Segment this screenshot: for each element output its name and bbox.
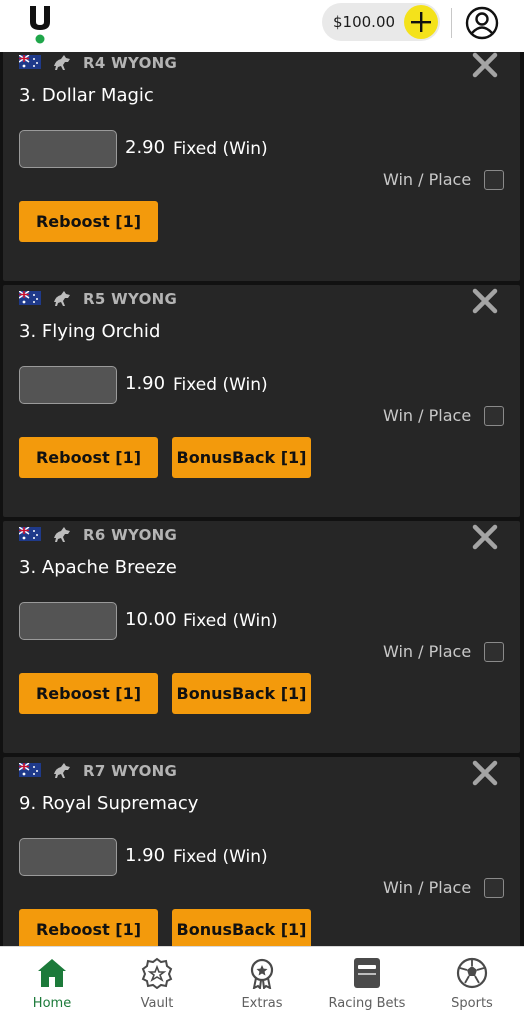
account-icon[interactable] bbox=[465, 6, 499, 40]
win-place-label: Win / Place bbox=[383, 878, 472, 897]
nav-racing-bets[interactable]: Racing Bets bbox=[315, 957, 419, 1011]
close-icon[interactable] bbox=[471, 759, 499, 787]
soccer-ball-icon bbox=[456, 957, 488, 989]
horse-racing-icon bbox=[54, 291, 70, 306]
horse-racing-icon bbox=[54, 527, 70, 542]
bonusback-button[interactable]: BonusBack [1] bbox=[172, 909, 311, 946]
bet-type-label: Fixed (Win) bbox=[183, 611, 278, 631]
race-label: R4 WYONG bbox=[83, 54, 178, 72]
bet-card: R6 WYONG 3. Apache Breeze 10.00 Fixed (W… bbox=[3, 521, 520, 753]
bet-card: R7 WYONG 9. Royal Supremacy 1.90 Fixed (… bbox=[3, 757, 520, 946]
bonusback-button[interactable]: BonusBack [1] bbox=[172, 673, 311, 714]
stake-input[interactable] bbox=[19, 602, 117, 640]
vault-badge-icon bbox=[141, 957, 173, 989]
win-place-label: Win / Place bbox=[383, 170, 472, 189]
nav-home[interactable]: Home bbox=[0, 957, 104, 1011]
balance-amount: $100.00 bbox=[333, 13, 396, 31]
stake-input[interactable] bbox=[19, 838, 117, 876]
reboost-button[interactable]: Reboost [1] bbox=[19, 201, 158, 242]
nav-vault-label: Vault bbox=[140, 996, 174, 1011]
add-funds-button[interactable] bbox=[404, 5, 438, 39]
stake-input[interactable] bbox=[19, 366, 117, 404]
bet-slip-list[interactable]: R4 WYONG 3. Dollar Magic 2.90 Fixed (Win… bbox=[0, 52, 524, 946]
race-label: R7 WYONG bbox=[83, 762, 178, 780]
runner-name: 3. Dollar Magic bbox=[19, 85, 154, 106]
win-place-label: Win / Place bbox=[383, 406, 472, 425]
australia-flag-icon bbox=[19, 527, 41, 541]
runner-name: 3. Apache Breeze bbox=[19, 557, 177, 578]
odds-value: 1.90 bbox=[125, 373, 166, 394]
award-medal-icon bbox=[250, 958, 274, 989]
nav-vault[interactable]: Vault bbox=[105, 957, 209, 1011]
win-place-label: Win / Place bbox=[383, 642, 472, 661]
nav-sports[interactable]: Sports bbox=[420, 957, 524, 1011]
bet-card: R5 WYONG 3. Flying Orchid 1.90 Fixed (Wi… bbox=[3, 285, 520, 517]
australia-flag-icon bbox=[19, 763, 41, 777]
win-place-checkbox[interactable] bbox=[484, 170, 504, 190]
runner-name: 9. Royal Supremacy bbox=[19, 793, 199, 814]
bet-slip-icon bbox=[354, 958, 380, 988]
reboost-button[interactable]: Reboost [1] bbox=[19, 909, 158, 946]
race-label: R6 WYONG bbox=[83, 526, 178, 544]
reboost-button[interactable]: Reboost [1] bbox=[19, 673, 158, 714]
close-icon[interactable] bbox=[471, 52, 499, 79]
win-place-checkbox[interactable] bbox=[484, 406, 504, 426]
bonusback-button[interactable]: BonusBack [1] bbox=[172, 437, 311, 478]
odds-value: 2.90 bbox=[125, 137, 166, 158]
australia-flag-icon bbox=[19, 291, 41, 305]
balance-pill[interactable]: $100.00 bbox=[322, 3, 440, 41]
bet-type-label: Fixed (Win) bbox=[173, 847, 268, 867]
close-icon[interactable] bbox=[471, 287, 499, 315]
horse-racing-icon bbox=[54, 55, 70, 70]
nav-sports-label: Sports bbox=[451, 996, 493, 1011]
home-icon bbox=[38, 959, 66, 987]
win-place-checkbox[interactable] bbox=[484, 642, 504, 662]
race-label: R5 WYONG bbox=[83, 290, 178, 308]
stake-input[interactable] bbox=[19, 130, 117, 168]
nav-extras-label: Extras bbox=[241, 996, 283, 1011]
reboost-button[interactable]: Reboost [1] bbox=[19, 437, 158, 478]
bottom-nav: Home Vault Extras Racing Bets Sports bbox=[0, 946, 524, 1025]
bet-type-label: Fixed (Win) bbox=[173, 375, 268, 395]
nav-racing-bets-label: Racing Bets bbox=[328, 996, 406, 1011]
plus-icon bbox=[411, 12, 431, 32]
top-bar: $100.00 bbox=[0, 0, 524, 52]
odds-value: 1.90 bbox=[125, 845, 166, 866]
win-place-checkbox[interactable] bbox=[484, 878, 504, 898]
australia-flag-icon bbox=[19, 55, 41, 69]
odds-value: 10.00 bbox=[125, 609, 177, 630]
nav-home-label: Home bbox=[32, 996, 72, 1011]
brand-logo[interactable] bbox=[28, 4, 52, 44]
bet-card: R4 WYONG 3. Dollar Magic 2.90 Fixed (Win… bbox=[3, 52, 520, 281]
horse-racing-icon bbox=[54, 763, 70, 778]
header-divider bbox=[451, 8, 452, 38]
bet-type-label: Fixed (Win) bbox=[173, 139, 268, 159]
runner-name: 3. Flying Orchid bbox=[19, 321, 161, 342]
close-icon[interactable] bbox=[471, 523, 499, 551]
nav-extras[interactable]: Extras bbox=[210, 957, 314, 1011]
